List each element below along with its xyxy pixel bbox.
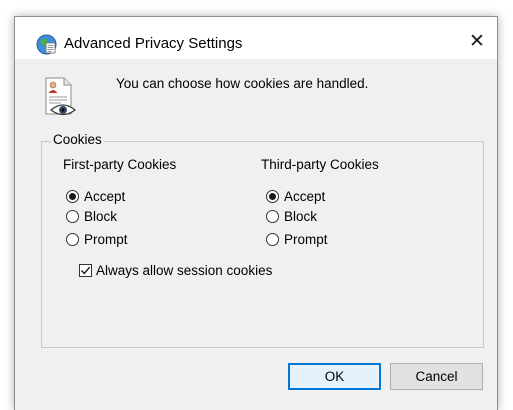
checkbox-label: Always allow session cookies [96,262,273,278]
radio-button[interactable] [266,209,279,223]
header-description: You can choose how cookies are handled. [116,76,369,91]
radio-label: Accept [84,188,126,204]
radio-selected-dot [69,192,76,200]
ok-button[interactable]: OK [288,363,381,390]
close-button[interactable]: ✕ [457,25,497,59]
title-bar: Advanced Privacy Settings ✕ [15,17,497,59]
radio-label: Prompt [84,231,128,247]
radio-label: Prompt [284,231,328,247]
radio-button[interactable] [66,232,79,246]
privacy-document-eye-icon [43,77,77,119]
radio-button[interactable] [66,189,79,203]
radio-label: Block [284,208,318,224]
radio-label: Accept [284,188,326,204]
third-party-prompt-radio[interactable]: Prompt [266,230,328,248]
cookies-group-label: Cookies [51,132,104,147]
advanced-privacy-settings-dialog: Advanced Privacy Settings ✕ You can choo… [14,16,498,410]
radio-button[interactable] [66,209,79,223]
checkmark-icon [80,266,91,274]
third-party-accept-radio[interactable]: Accept [266,187,325,205]
dialog-title: Advanced Privacy Settings [64,35,243,52]
radio-button[interactable] [266,232,279,246]
privacy-settings-icon [36,34,57,55]
session-cookies-checkbox[interactable]: Always allow session cookies [79,261,272,279]
checkbox-box[interactable] [79,263,92,277]
first-party-block-radio[interactable]: Block [66,207,117,225]
screen: Advanced Privacy Settings ✕ You can choo… [0,0,513,410]
first-party-cookies-heading: First-party Cookies [63,157,177,172]
first-party-prompt-radio[interactable]: Prompt [66,230,128,248]
radio-label: Block [84,208,118,224]
third-party-block-radio[interactable]: Block [266,207,317,225]
cancel-button[interactable]: Cancel [390,363,483,390]
third-party-cookies-heading: Third-party Cookies [261,157,379,172]
first-party-accept-radio[interactable]: Accept [66,187,125,205]
radio-selected-dot [269,192,276,200]
radio-button[interactable] [266,189,279,203]
